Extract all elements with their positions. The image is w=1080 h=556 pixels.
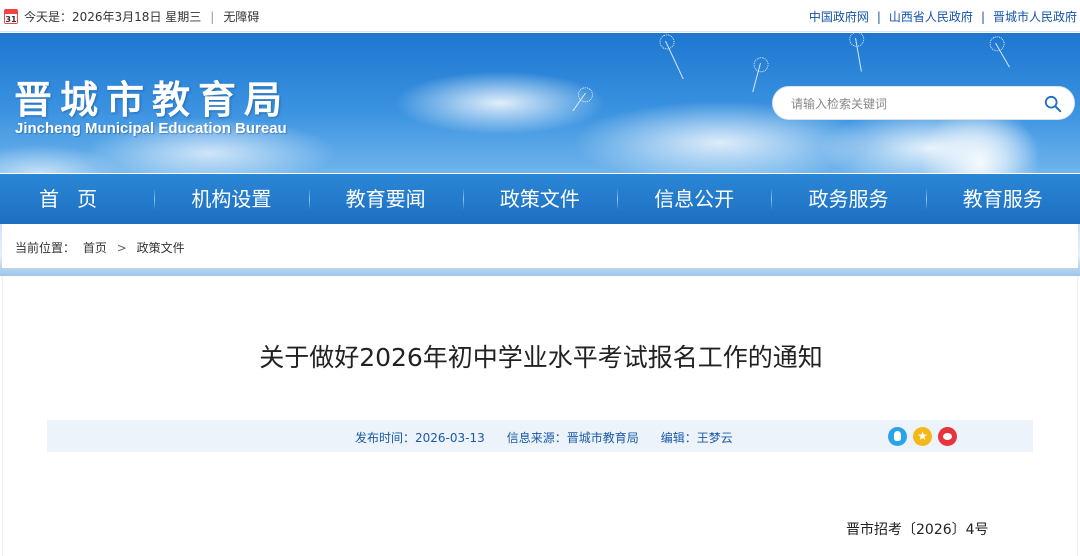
seed-decoration (995, 42, 1010, 68)
publish-time: 发布时间：2026-03-13 (355, 431, 485, 445)
header-banner: 晋城市教育局 Jincheng Municipal Education Bure… (0, 33, 1080, 173)
nav-edu-services[interactable]: 教育服务 (925, 174, 1080, 224)
main-nav: 首页 机构设置 教育要闻 政策文件 信息公开 政务服务 教育服务 (0, 174, 1080, 224)
breadcrumb-arrow: > (116, 241, 127, 255)
link-jincheng-gov[interactable]: 晋城市人民政府 (993, 8, 1077, 25)
meta-info: 发布时间：2026-03-13 信息来源：晋城市教育局 编辑：王梦云 (355, 429, 733, 446)
qzone-icon[interactable]: ★ (913, 427, 932, 446)
editor: 编辑：王梦云 (660, 431, 733, 445)
external-links: 中国政府网 | 山西省人民政府 | 晋城市人民政府 (809, 8, 1077, 25)
document-number: 晋市招考〔2026〕4号 (846, 522, 989, 538)
current-date: 今天是：2026年3月18日 星期三 (24, 10, 202, 24)
seed-decoration (665, 40, 684, 80)
share-buttons: ★ (888, 427, 957, 446)
breadcrumb-label: 当前位置： (15, 241, 76, 255)
info-source: 信息来源：晋城市教育局 (506, 431, 639, 445)
top-info-bar: 31 今天是：2026年3月18日 星期三 | 无障碍 中国政府网 | 山西省人… (0, 0, 1080, 32)
link-china-gov[interactable]: 中国政府网 (809, 8, 869, 25)
seed-decoration (855, 37, 862, 72)
article-title: 关于做好2026年初中学业水平考试报名工作的通知 (259, 343, 823, 372)
nav-home[interactable]: 首页 (0, 174, 154, 224)
breadcrumb-band: 当前位置： 首页 > 政策文件 (0, 224, 1080, 276)
divider: | (876, 9, 881, 24)
article-meta-bar: 发布时间：2026-03-13 信息来源：晋城市教育局 编辑：王梦云 ★ (47, 420, 1033, 452)
nav-policy[interactable]: 政策文件 (462, 174, 617, 224)
divider: | (980, 9, 985, 24)
nav-disclosure[interactable]: 信息公开 (617, 174, 771, 224)
nav-news[interactable]: 教育要闻 (308, 174, 463, 224)
site-subtitle: Jincheng Municipal Education Bureau (15, 120, 287, 137)
divider: | (210, 9, 215, 24)
link-shanxi-gov[interactable]: 山西省人民政府 (889, 8, 973, 25)
search-box (772, 86, 1075, 120)
qq-icon[interactable] (888, 427, 907, 446)
breadcrumb: 当前位置： 首页 > 政策文件 (2, 224, 1078, 268)
search-icon[interactable] (1044, 95, 1062, 113)
nav-gov-services[interactable]: 政务服务 (771, 174, 925, 224)
nav-organization[interactable]: 机构设置 (154, 174, 308, 224)
seed-decoration (752, 62, 761, 93)
breadcrumb-home[interactable]: 首页 (83, 241, 107, 255)
breadcrumb-current[interactable]: 政策文件 (137, 241, 185, 255)
search-input[interactable] (789, 93, 1029, 115)
site-title[interactable]: 晋城市教育局 (14, 69, 290, 124)
date-area: 31 今天是：2026年3月18日 星期三 | 无障碍 (4, 8, 259, 25)
accessibility-link[interactable]: 无障碍 (223, 8, 259, 25)
seed-decoration (572, 92, 586, 112)
calendar-icon: 31 (4, 9, 18, 24)
article-container: 关于做好2026年初中学业水平考试报名工作的通知 发布时间：2026-03-13… (2, 276, 1078, 556)
weibo-icon[interactable] (938, 427, 957, 446)
